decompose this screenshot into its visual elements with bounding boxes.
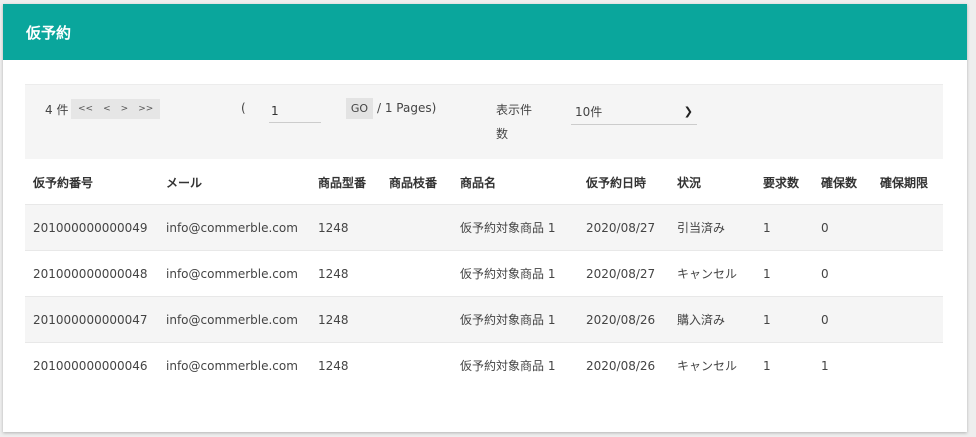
table-row[interactable]: 201000000000048 info@commerble.com 1248 … bbox=[25, 250, 943, 297]
cell-product-name: 仮予約対象商品 1 bbox=[452, 342, 578, 388]
cell-product-name: 仮予約対象商品 1 bbox=[452, 250, 578, 297]
first-page-button[interactable]: << bbox=[73, 104, 98, 114]
col-requested: 要求数 bbox=[763, 175, 800, 190]
col-product-name: 商品名 bbox=[460, 175, 497, 190]
cell-status: キャンセル bbox=[669, 342, 755, 388]
per-page-value: 10件 bbox=[575, 105, 603, 119]
cell-product-name: 仮予約対象商品 1 bbox=[452, 204, 578, 251]
last-page-button[interactable]: >> bbox=[133, 104, 158, 114]
cell-reservation-number: 201000000000048 bbox=[25, 250, 158, 297]
cell-secured-deadline bbox=[872, 296, 943, 343]
cell-reservation-date: 2020/08/27 bbox=[578, 204, 669, 251]
cell-product-branch bbox=[381, 250, 452, 297]
cell-requested: 1 bbox=[755, 296, 813, 343]
result-count: 4 件 bbox=[45, 103, 69, 117]
cell-reservation-date: 2020/08/26 bbox=[578, 342, 669, 388]
cell-reservation-date: 2020/08/26 bbox=[578, 296, 669, 343]
pagination-toolbar: 4 件 << < > >> ( GO / 1 Pages) 表示件数 10件 ❯ bbox=[25, 84, 943, 159]
col-reservation-number: 仮予約番号 bbox=[33, 175, 94, 190]
page-title: 仮予約 bbox=[3, 4, 967, 60]
page-number-input[interactable] bbox=[269, 99, 321, 123]
cell-email: info@commerble.com bbox=[158, 342, 310, 388]
col-product-branch: 商品枝番 bbox=[389, 175, 438, 190]
cell-product-name: 仮予約対象商品 1 bbox=[452, 296, 578, 343]
cell-requested: 1 bbox=[755, 204, 813, 251]
next-page-button[interactable]: > bbox=[116, 104, 134, 114]
cell-product-branch bbox=[381, 342, 452, 388]
cell-reservation-number: 201000000000047 bbox=[25, 296, 158, 343]
col-reservation-date: 仮予約日時 bbox=[586, 175, 647, 190]
table-row[interactable]: 201000000000046 info@commerble.com 1248 … bbox=[25, 342, 943, 388]
total-pages: / 1 Pages) bbox=[377, 101, 437, 115]
cell-email: info@commerble.com bbox=[158, 296, 310, 343]
reservation-card: 仮予約 4 件 << < > >> ( GO / 1 Pages) 表示件数 1… bbox=[3, 4, 967, 432]
cell-secured: 1 bbox=[813, 342, 872, 388]
cell-product-branch bbox=[381, 296, 452, 343]
reservation-table: 仮予約番号 メール 商品型番 商品枝番 商品名 仮予約日時 状況 要求数 確保数… bbox=[25, 160, 943, 388]
cell-email: info@commerble.com bbox=[158, 204, 310, 251]
go-button[interactable]: GO bbox=[346, 98, 373, 119]
table-row[interactable]: 201000000000049 info@commerble.com 1248 … bbox=[25, 204, 943, 251]
cell-product-code: 1248 bbox=[310, 342, 381, 388]
col-status: 状況 bbox=[677, 175, 702, 190]
cell-status: キャンセル bbox=[669, 250, 755, 297]
cell-secured: 0 bbox=[813, 296, 872, 343]
col-secured-deadline: 確保期限 bbox=[880, 175, 929, 190]
cell-reservation-number: 201000000000046 bbox=[25, 342, 158, 388]
cell-product-code: 1248 bbox=[310, 250, 381, 297]
table-header-row: 仮予約番号 メール 商品型番 商品枝番 商品名 仮予約日時 状況 要求数 確保数… bbox=[25, 160, 943, 205]
cell-status: 引当済み bbox=[669, 204, 755, 251]
cell-secured-deadline bbox=[872, 204, 943, 251]
cell-status: 購入済み bbox=[669, 296, 755, 343]
cell-secured-deadline bbox=[872, 250, 943, 297]
cell-reservation-date: 2020/08/27 bbox=[578, 250, 669, 297]
table-row[interactable]: 201000000000047 info@commerble.com 1248 … bbox=[25, 296, 943, 343]
col-product-code: 商品型番 bbox=[318, 175, 367, 190]
cell-product-code: 1248 bbox=[310, 296, 381, 343]
per-page-label: 表示件数 bbox=[496, 103, 533, 141]
cell-secured: 0 bbox=[813, 204, 872, 251]
chevron-down-icon: ❯ bbox=[683, 105, 693, 118]
cell-secured: 0 bbox=[813, 250, 872, 297]
cell-product-branch bbox=[381, 204, 452, 251]
per-page-select[interactable]: 10件 ❯ bbox=[571, 99, 697, 125]
cell-secured-deadline bbox=[872, 342, 943, 388]
col-secured: 確保数 bbox=[821, 175, 858, 190]
cell-email: info@commerble.com bbox=[158, 250, 310, 297]
cell-reservation-number: 201000000000049 bbox=[25, 204, 158, 251]
cell-requested: 1 bbox=[755, 342, 813, 388]
page-open-paren: ( bbox=[241, 101, 246, 115]
prev-page-button[interactable]: < bbox=[98, 104, 116, 114]
cell-requested: 1 bbox=[755, 250, 813, 297]
col-email: メール bbox=[166, 175, 203, 190]
pager-buttons: << < > >> bbox=[71, 99, 161, 119]
cell-product-code: 1248 bbox=[310, 204, 381, 251]
